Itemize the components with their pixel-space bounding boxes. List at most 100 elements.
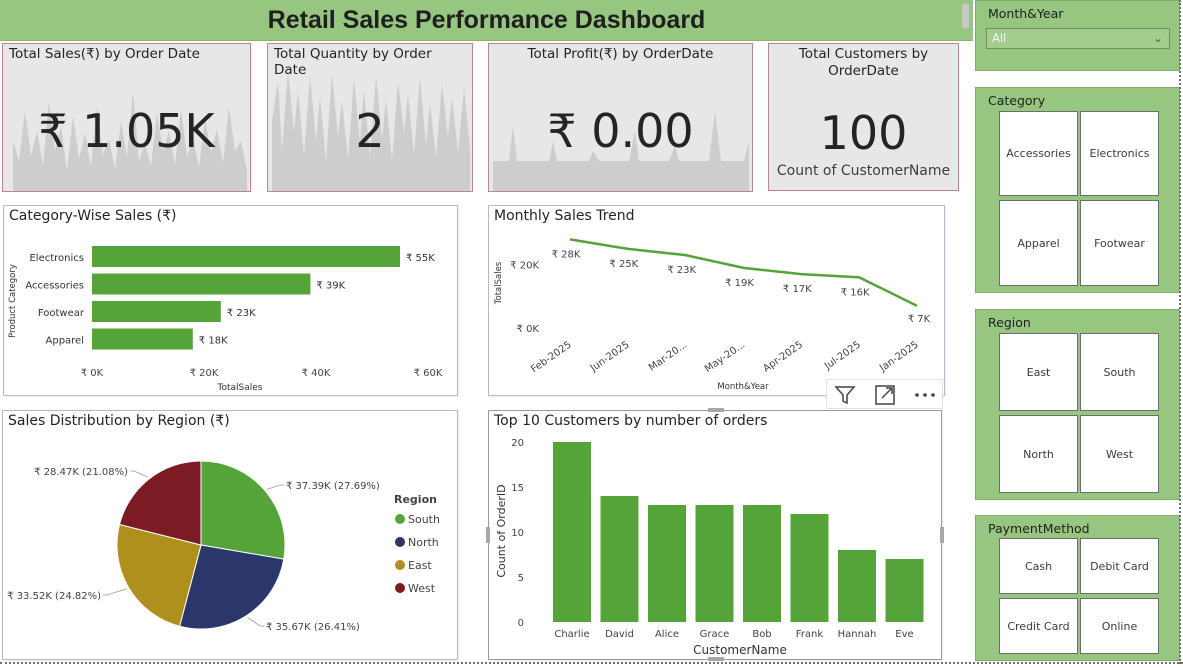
y-tick-label: ₹ 0K	[517, 324, 540, 335]
y-tick-label: 5	[518, 573, 524, 584]
region-pie-chart[interactable]: Sales Distribution by Region (₹) ₹ 37.39…	[2, 410, 458, 660]
top-customers-chart[interactable]: Top 10 Customers by number of orders 051…	[488, 410, 942, 660]
category-option[interactable]: Electronics	[1080, 111, 1159, 196]
slicer-month-year: Month&Year All ⌄	[975, 0, 1180, 71]
leader-line	[247, 616, 264, 627]
canvas-border	[0, 662, 1183, 664]
legend-label[interactable]: North	[408, 536, 439, 549]
resize-handle[interactable]	[708, 657, 724, 661]
bar-bob[interactable]	[743, 505, 781, 622]
region-option[interactable]: South	[1080, 333, 1159, 411]
bar-grace[interactable]	[695, 505, 734, 622]
category-option[interactable]: Accessories	[999, 111, 1078, 196]
kpi-total-sales[interactable]: Total Sales(₹) by Order Date ₹ 1.05K	[2, 43, 251, 192]
scrollbar-thumb[interactable]	[962, 4, 969, 28]
bar-alice[interactable]	[648, 505, 686, 622]
bar-frank[interactable]	[790, 514, 829, 622]
resize-handle[interactable]	[708, 408, 724, 412]
x-tick-label: ₹ 20K	[190, 368, 219, 379]
kpi-total-quantity[interactable]: Total Quantity by Order Date 2	[267, 43, 473, 192]
slicer-title: Month&Year	[988, 6, 1064, 21]
y-tick-label: 0	[518, 618, 524, 629]
slicer-title: Region	[988, 315, 1031, 330]
bar-eve[interactable]	[885, 559, 924, 622]
data-label: ₹ 28.47K (21.08%)	[34, 467, 128, 478]
x-tick-label: Mar-20...	[647, 339, 689, 373]
data-label: ₹ 19K	[725, 278, 754, 289]
slicer-region: Region East South North West	[975, 309, 1180, 500]
x-tick-label: Charlie	[554, 629, 589, 640]
x-tick-label: Apr-2025	[761, 339, 805, 374]
bar-apparel[interactable]	[92, 328, 193, 350]
data-label: ₹ 55K	[406, 253, 435, 264]
x-tick-label: May-20...	[703, 339, 747, 375]
month-year-dropdown[interactable]: All ⌄	[986, 28, 1170, 49]
category-option[interactable]: Footwear	[1080, 200, 1159, 286]
leader-line	[130, 470, 149, 478]
legend-marker	[395, 514, 405, 524]
slicer-payment-method: PaymentMethod Cash Debit Card Credit Car…	[975, 515, 1180, 661]
category-sales-chart[interactable]: Category-Wise Sales (₹) Electronics ₹ 55K…	[3, 205, 458, 396]
data-label: ₹ 18K	[199, 336, 228, 347]
filter-icon[interactable]	[833, 383, 857, 407]
x-tick-label: Eve	[895, 629, 913, 640]
x-tick-label: Grace	[700, 629, 730, 640]
region-option[interactable]: West	[1080, 415, 1159, 493]
bar-accessories[interactable]	[92, 273, 311, 295]
customers-bar-plot: 0 5 10 15 20 Charlie David Alice Grace Bob Frank Ha…	[495, 438, 924, 657]
payment-option[interactable]: Cash	[999, 538, 1078, 594]
x-tick-label: Jul-2025	[822, 339, 863, 372]
data-label: ₹ 39K	[316, 281, 345, 292]
dashboard-header: Retail Sales Performance Dashboard	[0, 0, 973, 41]
slicer-title: PaymentMethod	[988, 521, 1090, 536]
legend-title: Region	[394, 493, 437, 506]
bar-charlie[interactable]	[553, 442, 591, 622]
focus-mode-icon[interactable]	[873, 383, 897, 407]
kpi-subtitle: Count of CustomerName	[776, 163, 951, 179]
payment-option[interactable]: Online	[1080, 598, 1159, 654]
payment-option[interactable]: Credit Card	[999, 598, 1078, 654]
pie-slice-south[interactable]	[200, 460, 286, 560]
resize-handle[interactable]	[486, 527, 490, 543]
legend-label[interactable]: East	[408, 559, 432, 572]
slicer-title: Category	[988, 93, 1046, 108]
data-label: ₹ 28K	[552, 249, 581, 260]
x-tick-label: Alice	[655, 629, 679, 640]
kpi-total-customers[interactable]: Total Customers by OrderDate 100 Count o…	[768, 43, 959, 191]
leader-line	[266, 484, 284, 490]
data-label: ₹ 25K	[609, 259, 638, 270]
x-axis-title: Month&Year	[717, 382, 769, 392]
kpi-total-profit[interactable]: Total Profit(₹) by OrderDate ₹ 0.00	[488, 43, 753, 192]
kpi-title: Total Customers by OrderDate	[798, 46, 929, 79]
bar-hannah[interactable]	[838, 550, 876, 622]
category-label: Accessories	[25, 281, 84, 292]
y-axis-title: Count of OrderID	[495, 484, 508, 577]
region-option[interactable]: East	[999, 333, 1078, 411]
category-option[interactable]: Apparel	[999, 200, 1078, 286]
region-option[interactable]: North	[999, 415, 1078, 493]
slicer-category: Category Accessories Electronics Apparel…	[975, 87, 1180, 293]
data-label: ₹ 23K	[227, 308, 256, 319]
data-label: ₹ 23K	[667, 265, 696, 276]
bar-david[interactable]	[600, 496, 639, 622]
more-options-icon[interactable]	[911, 383, 939, 407]
bar-footwear[interactable]	[92, 301, 221, 322]
monthly-trend-chart[interactable]: Monthly Sales Trend ₹ 0K ₹ 20K ₹ 28K Feb-20…	[488, 205, 945, 396]
y-tick-label: 10	[511, 528, 524, 539]
trend-line-plot: ₹ 0K ₹ 20K ₹ 28K Feb-2025 ₹ 25K Jun-2025 ₹ 23K…	[494, 238, 931, 392]
resize-handle[interactable]	[940, 527, 944, 543]
category-label: Footwear	[38, 308, 85, 319]
y-axis-title: Product Category	[8, 264, 18, 338]
x-tick-label: ₹ 40K	[302, 368, 331, 379]
visual-header	[826, 379, 943, 409]
bar-electronics[interactable]	[92, 246, 400, 267]
legend-marker	[395, 560, 405, 570]
kpi-value: ₹ 0.00	[547, 104, 694, 158]
x-tick-label: Bob	[752, 629, 771, 640]
y-axis-title: TotalSales	[494, 261, 504, 305]
dropdown-value: All	[992, 31, 1007, 45]
legend-label[interactable]: South	[408, 513, 440, 526]
legend-label[interactable]: West	[408, 582, 436, 595]
payment-option[interactable]: Debit Card	[1080, 538, 1159, 594]
data-label: ₹ 16K	[841, 287, 870, 298]
